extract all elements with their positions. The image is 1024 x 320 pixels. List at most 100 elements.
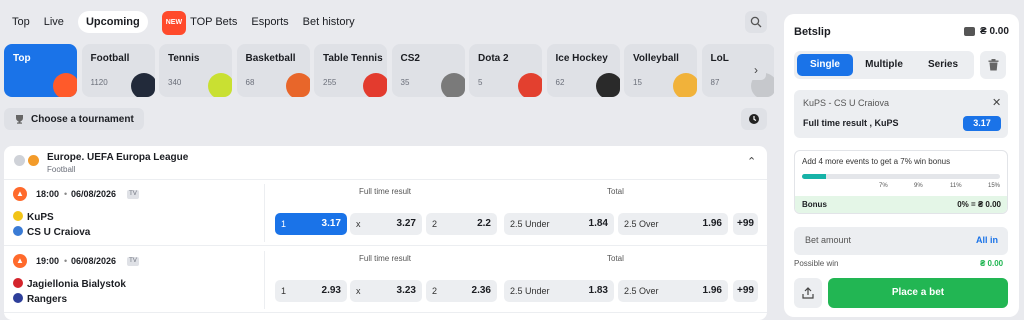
odd-button[interactable]: 1 2.93 (275, 280, 347, 302)
sport-category-count: 15 (633, 78, 642, 87)
event-row[interactable]: ▲ 18:00 • 06/08/2026 TV KuPS CS U Craiova Full … (4, 180, 767, 246)
bonus-label: Bonus (802, 200, 827, 209)
tab-series[interactable]: Series (915, 54, 971, 76)
total-title: Total (607, 254, 624, 263)
sport-category-name: LoL (710, 53, 729, 64)
place-bet-button[interactable]: Place a bet (828, 278, 1008, 308)
odd-label: 2 (432, 286, 438, 296)
chevron-up-icon[interactable]: ⌃ (747, 155, 756, 168)
share-button[interactable] (794, 278, 822, 308)
selection-card: KuPS - CS U Craiova ✕ Full time result ,… (794, 90, 1008, 138)
tv-icon: TV (127, 257, 139, 266)
odd-button[interactable]: 2 2.36 (426, 280, 497, 302)
search-button[interactable] (745, 11, 767, 33)
team-logo-icon (13, 226, 23, 236)
sport-category-name: Volleyball (633, 53, 679, 64)
sport-icon (595, 73, 620, 97)
odd-value: 3.17 (321, 218, 341, 229)
total-odd-button[interactable]: 2.5 Under 1.84 (504, 213, 614, 235)
league-logo-icon (28, 155, 39, 166)
tv-icon: TV (127, 190, 139, 199)
sport-icon (208, 73, 232, 97)
wallet-icon (964, 27, 975, 36)
odd-value: 1.83 (588, 285, 608, 296)
bonus-value: 0% = ₴ 0.00 (957, 200, 1001, 209)
tab-multiple[interactable]: Multiple (856, 54, 912, 76)
selection-match: KuPS - CS U Craiova (803, 98, 890, 108)
home-team-name: Jagiellonia Bialystok (27, 279, 126, 290)
sport-category[interactable]: Volleyball 15 (624, 44, 697, 97)
nav-esports[interactable]: Esports (251, 11, 288, 33)
new-badge: NEW (161, 11, 187, 35)
total-odd-button[interactable]: 2.5 Over 1.96 (618, 213, 728, 235)
sport-category-name: Dota 2 (478, 53, 509, 64)
nav-top[interactable]: Top (12, 11, 30, 33)
close-icon[interactable]: ✕ (992, 96, 1001, 109)
total-odd-button[interactable]: 2.5 Under 1.83 (504, 280, 614, 302)
odd-value: 2.93 (321, 285, 341, 296)
sport-icon (53, 73, 77, 97)
selection-odd: 3.17 (963, 116, 1001, 131)
odd-value: 3.27 (396, 218, 416, 229)
sport-category[interactable]: CS2 35 (391, 44, 465, 97)
odd-value: 2.36 (471, 285, 491, 296)
sport-category-count: 340 (168, 78, 182, 87)
sport-category-count: 35 (400, 78, 410, 87)
nav-bet-history[interactable]: Bet history (303, 11, 355, 33)
balance: ₴ 0.00 (980, 26, 1009, 37)
sport-category-name: Table Tennis (323, 53, 383, 64)
team-logo-icon (13, 278, 23, 288)
event-row[interactable]: ▲ 19:00 • 06/08/2026 TV Jagiellonia Bialystok… (4, 247, 767, 313)
trophy-icon (16, 115, 23, 124)
odd-value: 1.96 (702, 285, 722, 296)
sport-category-count: 62 (555, 78, 565, 87)
bet-amount-field[interactable]: Bet amount All in (794, 227, 1008, 255)
bet-type-switcher: Single Multiple Series (794, 51, 974, 79)
odd-value: 2.2 (477, 218, 491, 229)
sport-category[interactable]: Ice Hockey 62 (546, 44, 620, 97)
sport-category-count: 255 (323, 78, 337, 87)
event-date: 06/08/2026 (71, 189, 117, 199)
sport-category-name: Tennis (168, 53, 200, 64)
league-header[interactable]: Europe. UEFA Europa League Football ⌃ (4, 146, 767, 180)
total-odd-button[interactable]: 2.5 Over 1.96 (618, 280, 728, 302)
odd-button[interactable]: 1 3.17 (275, 213, 347, 235)
league-name: Europe. UEFA Europa League (47, 152, 189, 163)
odd-label: x (356, 219, 361, 229)
team-logo-icon (13, 211, 23, 221)
sport-category[interactable]: Football 1120 (81, 44, 155, 97)
odd-value: 1.84 (588, 218, 608, 229)
event-time: 19:00 (36, 256, 60, 266)
categories-next-button[interactable]: › (746, 60, 766, 80)
possible-win-label: Possible win (794, 259, 839, 268)
bonus-progress-track (802, 174, 1000, 179)
sport-category[interactable]: Table Tennis 255 (314, 44, 387, 97)
clear-betslip-button[interactable] (980, 51, 1006, 79)
away-team: Rangers (13, 293, 67, 305)
more-markets-button[interactable]: +99 (733, 213, 758, 235)
odd-label: 2.5 Over (624, 286, 659, 296)
odd-button[interactable]: 2 2.2 (426, 213, 497, 235)
nav-upcoming[interactable]: Upcoming (77, 11, 148, 33)
nav-top-bets[interactable]: NEW TOP Bets (161, 11, 237, 35)
sport-category-count: 68 (245, 78, 255, 87)
sport-category[interactable]: Dota 2 5 (469, 44, 542, 97)
sport-category-name: Football (90, 53, 130, 64)
more-markets-button[interactable]: +99 (733, 280, 758, 302)
odd-label: 2.5 Under (510, 219, 550, 229)
dot-separator: • (64, 256, 68, 266)
sport-category[interactable]: Tennis 340 (159, 44, 232, 97)
nav-live[interactable]: Live (44, 11, 64, 33)
time-filter-button[interactable] (741, 108, 767, 130)
odd-label: 1 (281, 286, 287, 296)
clock-icon (749, 114, 759, 124)
odd-button[interactable]: x 3.27 (350, 213, 422, 235)
all-in-button[interactable]: All in (976, 235, 998, 245)
tab-single[interactable]: Single (797, 54, 853, 76)
sport-category[interactable]: Top (4, 44, 77, 97)
choose-tournament-button[interactable]: Choose a tournament (4, 108, 144, 130)
odd-button[interactable]: x 3.23 (350, 280, 422, 302)
odd-label: x (356, 286, 361, 296)
sport-category[interactable]: Basketball 68 (236, 44, 310, 97)
chevron-right-icon: › (754, 63, 758, 77)
